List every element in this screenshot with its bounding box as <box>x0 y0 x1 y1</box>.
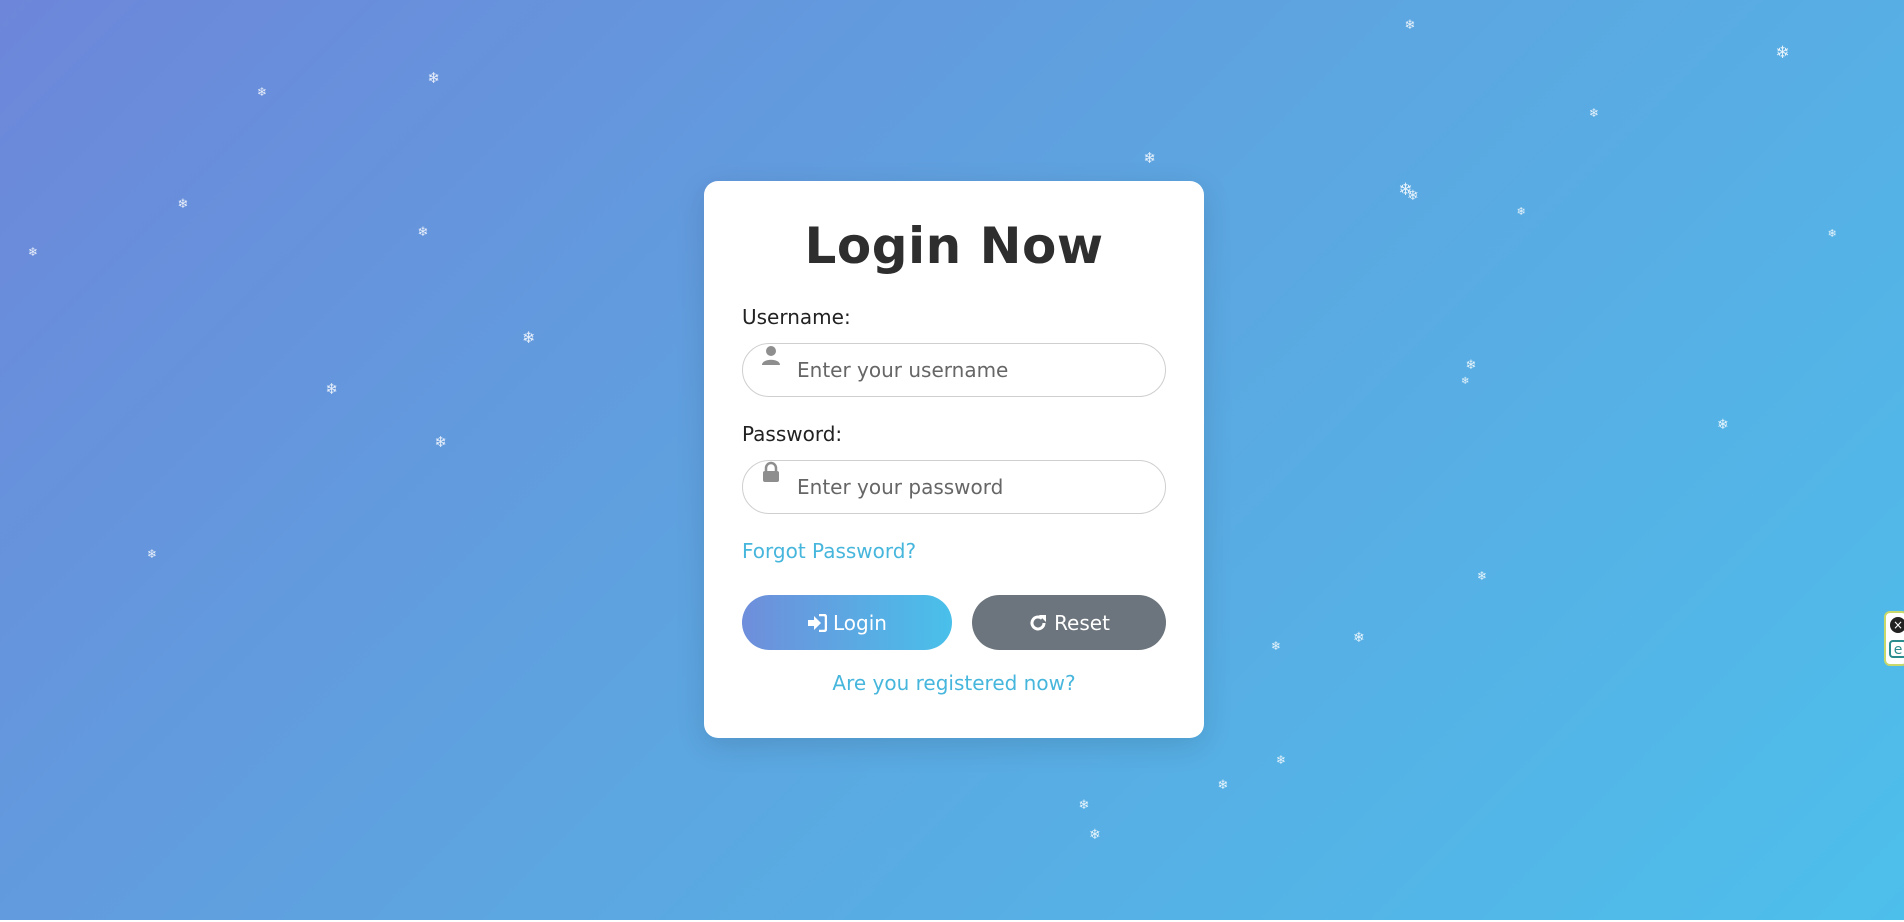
username-label: Username: <box>742 305 851 329</box>
snowflake-icon: ❄ <box>325 379 339 398</box>
snowflake-icon: ❄ <box>1461 376 1470 387</box>
username-field[interactable] <box>742 343 1166 397</box>
username-input[interactable] <box>797 344 1147 396</box>
snowflake-icon: ❄ <box>1404 17 1416 33</box>
snowflake-icon: ❄ <box>1477 569 1488 583</box>
page-title: Login Now <box>804 217 1104 275</box>
reset-button[interactable]: Reset <box>972 595 1166 650</box>
snowflake-icon: ❄ <box>1217 777 1229 793</box>
reset-button-label: Reset <box>1054 610 1110 635</box>
snowflake-icon: ❄ <box>147 547 158 561</box>
snowflake-icon: ❄ <box>1589 106 1600 120</box>
login-button[interactable]: Login <box>742 595 952 650</box>
snowflake-icon: ❄ <box>257 85 268 99</box>
password-field[interactable] <box>742 460 1166 514</box>
snowflake-icon: ❄ <box>1717 417 1729 433</box>
snowflake-icon: ❄ <box>427 68 441 87</box>
register-link[interactable]: Are you registered now? <box>704 671 1204 695</box>
login-page: ❄ ❄ ❄ ❄ ❄ ❄ ❄ ❄ ❄ ❄ ❄ ❄ ❄ ❄ ❄ ❄ ❄ ❄ ❄ ❄ ❄ ❄ ❄ ❄ ❄ ❄ ❄ Login Now Us… <box>0 0 1904 922</box>
snowflake-icon: ❄ <box>1516 204 1526 218</box>
snowflake-icon: ❄ <box>417 224 429 240</box>
password-input[interactable] <box>797 461 1147 513</box>
snowflake-icon: ❄ <box>1078 797 1090 813</box>
user-icon <box>760 344 782 366</box>
browser-extension-widget[interactable]: × e <box>1884 611 1904 666</box>
snowflake-icon: ❄ <box>1353 630 1365 646</box>
sign-in-icon <box>807 613 828 632</box>
login-button-label: Login <box>833 610 887 635</box>
password-label: Password: <box>742 422 843 446</box>
login-card: Login Now Username: Password: Forgot Pas… <box>704 181 1204 738</box>
snowflake-icon: ❄ <box>1089 827 1101 843</box>
snowflake-icon: ❄ <box>1271 639 1282 653</box>
extension-icon[interactable]: e <box>1889 640 1904 658</box>
snowflake-icon: ❄ <box>177 196 189 212</box>
refresh-icon <box>1028 613 1048 633</box>
snowflake-icon: ❄ <box>1465 357 1477 373</box>
snowflake-icon: ❄ <box>1143 148 1157 167</box>
snowflake-icon: ❄ <box>1407 188 1419 204</box>
close-icon[interactable]: × <box>1890 617 1904 633</box>
snowflake-icon: ❄ <box>434 432 448 451</box>
snowflake-icon: ❄ <box>1827 226 1837 240</box>
forgot-password-link[interactable]: Forgot Password? <box>742 539 916 563</box>
snowflake-icon: ❄ <box>522 328 536 347</box>
lock-icon <box>760 461 782 483</box>
snowflake-icon: ❄ <box>1775 42 1790 63</box>
snowflake-icon: ❄ <box>1276 753 1287 767</box>
snowflake-icon: ❄ <box>28 245 39 259</box>
